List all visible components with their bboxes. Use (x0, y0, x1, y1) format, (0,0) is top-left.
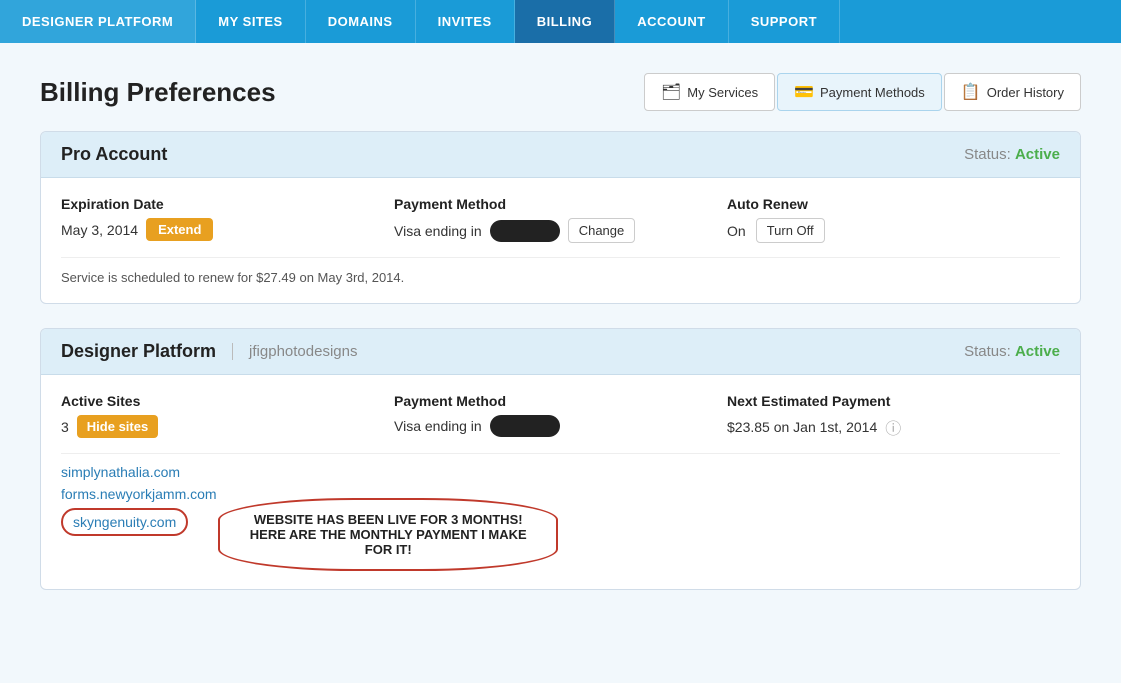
designer-platform-subtitle: jfigphotodesigns (232, 343, 357, 360)
billing-header: Billing Preferences 🗂 My Services 💳 Paym… (40, 63, 1081, 131)
dp-visa-number-redacted (490, 415, 560, 437)
credit-card-icon: 💳 (794, 82, 814, 102)
next-payment-col: Next Estimated Payment $23.85 on Jan 1st… (727, 393, 1060, 439)
auto-renew-col: Auto Renew On Turn Off (727, 196, 1060, 243)
expiration-label: Expiration Date (61, 196, 394, 212)
nav-invites[interactable]: Invites (416, 0, 515, 43)
dp-payment-method-col: Payment Method Visa ending in (394, 393, 727, 439)
nav-account[interactable]: Account (615, 0, 729, 43)
hide-sites-button[interactable]: Hide sites (77, 415, 158, 438)
main-content: Billing Preferences 🗂 My Services 💳 Paym… (0, 43, 1121, 683)
pro-account-status-value: Active (1015, 146, 1060, 163)
payment-method-label: Payment Method (394, 196, 727, 212)
designer-platform-info: Active Sites 3 Hide sites Payment Method… (61, 393, 1060, 439)
pro-account-info: Expiration Date May 3, 2014 Extend Payme… (61, 196, 1060, 243)
dp-payment-method-label: Payment Method (394, 393, 727, 409)
info-icon: ⓘ (885, 415, 901, 439)
pro-account-card: Pro Account Status: Active Expiration Da… (40, 131, 1081, 304)
extend-button[interactable]: Extend (146, 218, 213, 241)
active-sites-value: 3 Hide sites (61, 415, 394, 438)
renewal-notice: Service is scheduled to renew for $27.49… (61, 257, 1060, 285)
dp-payment-method-value: Visa ending in (394, 415, 727, 437)
designer-platform-title: Designer Platform (61, 341, 216, 362)
designer-platform-header: Designer Platform jfigphotodesigns Statu… (41, 329, 1080, 375)
top-navigation: Designer Platform My Sites Domains Invit… (0, 0, 1121, 43)
auto-renew-label: Auto Renew (727, 196, 1060, 212)
document-icon: 📋 (961, 82, 981, 102)
tab-my-services[interactable]: 🗂 My Services (644, 73, 775, 111)
payment-method-value: Visa ending in Change (394, 218, 727, 243)
designer-platform-title-group: Designer Platform jfigphotodesigns (61, 341, 357, 362)
nav-billing[interactable]: Billing (515, 0, 616, 43)
tab-payment-methods[interactable]: 💳 Payment Methods (777, 73, 942, 111)
sites-list: simplynathalia.com forms.newyorkjamm.com… (61, 453, 1060, 571)
next-payment-value: $23.85 on Jan 1st, 2014 ⓘ (727, 415, 1060, 439)
active-sites-label: Active Sites (61, 393, 394, 409)
pro-account-body: Expiration Date May 3, 2014 Extend Payme… (41, 178, 1080, 303)
callout-area: skyngenuity.com WEBSITE HAS BEEN LIVE FO… (61, 508, 1060, 571)
visa-number-redacted (490, 220, 560, 242)
site-link-3[interactable]: skyngenuity.com (61, 508, 188, 536)
active-sites-col: Active Sites 3 Hide sites (61, 393, 394, 439)
pro-account-header: Pro Account Status: Active (41, 132, 1080, 178)
nav-domains[interactable]: Domains (306, 0, 416, 43)
next-payment-label: Next Estimated Payment (727, 393, 1060, 409)
pro-account-title: Pro Account (61, 144, 167, 165)
briefcase-icon: 🗂 (661, 82, 681, 102)
payment-method-col: Payment Method Visa ending in Change (394, 196, 727, 243)
expiration-col: Expiration Date May 3, 2014 Extend (61, 196, 394, 243)
designer-platform-status: Status: Active (964, 343, 1060, 360)
nav-support[interactable]: Support (729, 0, 840, 43)
site-link-1[interactable]: simplynathalia.com (61, 464, 1060, 480)
page-title: Billing Preferences (40, 77, 276, 108)
nav-designer-platform[interactable]: Designer Platform (0, 0, 196, 43)
designer-platform-body: Active Sites 3 Hide sites Payment Method… (41, 375, 1080, 589)
auto-renew-on: On (727, 223, 746, 239)
expiration-value: May 3, 2014 Extend (61, 218, 394, 241)
designer-platform-card: Designer Platform jfigphotodesigns Statu… (40, 328, 1081, 590)
pro-account-status: Status: Active (964, 146, 1060, 163)
tab-order-history[interactable]: 📋 Order History (944, 73, 1081, 111)
billing-tabs: 🗂 My Services 💳 Payment Methods 📋 Order … (644, 73, 1081, 111)
turn-off-button[interactable]: Turn Off (756, 218, 825, 243)
site-link-2[interactable]: forms.newyorkjamm.com (61, 486, 1060, 502)
nav-my-sites[interactable]: My Sites (196, 0, 305, 43)
auto-renew-value: On Turn Off (727, 218, 1060, 243)
designer-platform-status-value: Active (1015, 343, 1060, 360)
change-payment-button[interactable]: Change (568, 218, 636, 243)
callout-bubble: WEBSITE HAS BEEN LIVE FOR 3 MONTHS! HERE… (218, 498, 558, 571)
